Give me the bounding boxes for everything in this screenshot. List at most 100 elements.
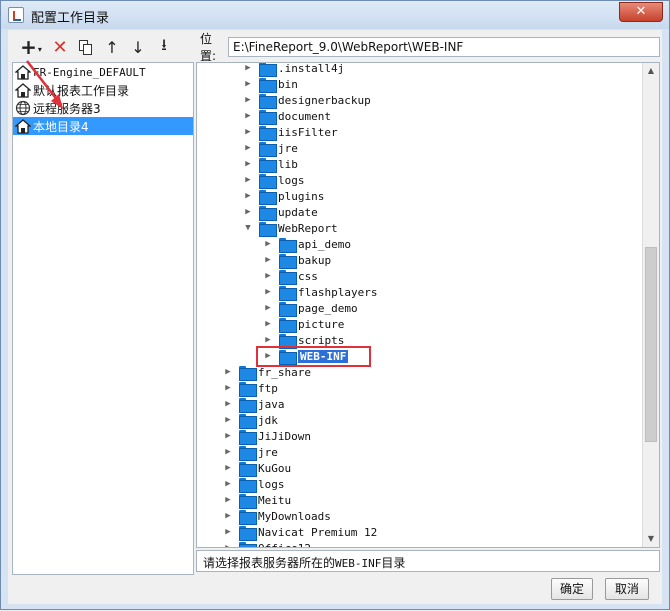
tree-node[interactable]: ▶ document bbox=[243, 108, 331, 125]
workspace-item[interactable]: 本地目录4 bbox=[13, 117, 193, 135]
tree-node-label: WebReport bbox=[278, 221, 338, 235]
move-up-button[interactable]: ↑ bbox=[100, 36, 124, 58]
expand-arrow-icon[interactable]: ▶ bbox=[243, 111, 253, 121]
expand-arrow-icon[interactable]: ▶ bbox=[223, 527, 233, 537]
tree-node-label: jre bbox=[258, 445, 278, 459]
cancel-button[interactable]: 取消 bbox=[605, 578, 649, 600]
tree-node[interactable]: ▶ KuGou bbox=[223, 460, 291, 477]
scrollbar-thumb[interactable] bbox=[645, 247, 657, 442]
expand-arrow-icon[interactable]: ▶ bbox=[223, 543, 233, 547]
tree-node[interactable]: ▶ bakup bbox=[263, 252, 331, 269]
tree-node[interactable]: ▶ Office12 bbox=[223, 540, 311, 547]
expand-arrow-icon[interactable]: ▶ bbox=[243, 79, 253, 89]
expand-arrow-icon[interactable]: ▶ bbox=[263, 319, 273, 329]
dialog-body: + ▾ ✕ ↑ ↓ ⭳ FR-Engine_DEFAULT 默认报表工作目录 远程服… bbox=[8, 30, 662, 604]
tree-node-label: fr_share bbox=[258, 365, 311, 379]
java-app-icon bbox=[8, 7, 24, 23]
expand-arrow-icon[interactable]: ▶ bbox=[263, 303, 273, 313]
tree-node[interactable]: ▶ MyDownloads bbox=[223, 508, 331, 525]
folder-icon bbox=[279, 317, 297, 333]
workspace-item[interactable]: 远程服务器3 bbox=[13, 99, 193, 117]
expand-arrow-icon[interactable]: ▶ bbox=[243, 95, 253, 105]
expand-arrow-icon[interactable]: ▶ bbox=[243, 159, 253, 169]
expand-arrow-icon[interactable]: ▶ bbox=[223, 511, 233, 521]
move-bottom-button[interactable]: ⭳ bbox=[152, 35, 176, 58]
expand-arrow-icon[interactable]: ▶ bbox=[263, 335, 273, 345]
expand-arrow-icon[interactable]: ▶ bbox=[263, 287, 273, 297]
tree-vertical-scrollbar[interactable]: ▲ ▼ bbox=[642, 63, 659, 547]
expand-arrow-icon[interactable]: ▶ bbox=[263, 255, 273, 265]
delete-workspace-button[interactable]: ✕ bbox=[48, 36, 72, 58]
tree-node-label: .install4j bbox=[278, 62, 345, 75]
add-workspace-button[interactable]: + ▾ bbox=[16, 35, 46, 59]
house-icon bbox=[15, 64, 33, 80]
tree-node[interactable]: ▶ css bbox=[263, 268, 318, 285]
expand-arrow-icon[interactable]: ▶ bbox=[243, 63, 253, 73]
tree-node[interactable]: ▶ java bbox=[223, 396, 285, 413]
tree-node[interactable]: ▶ jre bbox=[243, 140, 298, 157]
expand-arrow-icon[interactable]: ▶ bbox=[223, 479, 233, 489]
expand-arrow-icon[interactable]: ▶ bbox=[223, 367, 233, 377]
tree-node-label: jre bbox=[278, 141, 298, 155]
expand-arrow-icon[interactable]: ▶ bbox=[243, 127, 253, 137]
expand-arrow-icon[interactable]: ▶ bbox=[243, 175, 253, 185]
expand-arrow-icon[interactable]: ▶ bbox=[223, 447, 233, 457]
tree-node[interactable]: ▶ picture bbox=[263, 316, 344, 333]
location-row: 位置: E:\FineReport_9.0\WebReport\WEB-INF bbox=[196, 32, 660, 63]
folder-icon bbox=[279, 301, 297, 317]
tree-node[interactable]: ▶ .install4j bbox=[243, 62, 345, 77]
tree-node[interactable]: ▶ flashplayers bbox=[263, 284, 377, 301]
tree-node[interactable]: ▶ logs bbox=[243, 172, 305, 189]
tree-node[interactable]: ▶ Navicat Premium 12 bbox=[223, 524, 377, 541]
scroll-up-arrow-icon[interactable]: ▲ bbox=[643, 63, 659, 79]
tree-node[interactable]: ▶ plugins bbox=[243, 188, 324, 205]
expand-arrow-icon[interactable]: ▶ bbox=[223, 431, 233, 441]
tree-node[interactable]: ▶ bin bbox=[243, 76, 298, 93]
expand-arrow-icon[interactable]: ▶ bbox=[243, 191, 253, 201]
expand-arrow-icon[interactable]: ▶ bbox=[223, 463, 233, 473]
scroll-down-arrow-icon[interactable]: ▼ bbox=[643, 531, 659, 547]
workspace-item[interactable]: 默认报表工作目录 bbox=[13, 81, 193, 99]
tree-node[interactable]: ▶ designerbackup bbox=[243, 92, 371, 109]
tree-node-label: MyDownloads bbox=[258, 509, 331, 523]
tree-node[interactable]: ▶ page_demo bbox=[263, 300, 358, 317]
expand-arrow-icon[interactable]: ▶ bbox=[263, 239, 273, 249]
folder-icon bbox=[239, 397, 257, 413]
expand-arrow-icon[interactable]: ▶ bbox=[243, 143, 253, 153]
tree-node[interactable]: ▶ api_demo bbox=[263, 236, 351, 253]
tree-node[interactable]: ▶ logs bbox=[223, 476, 285, 493]
window-title: 配置工作目录 bbox=[31, 11, 110, 26]
tree-node[interactable]: ▶ iisFilter bbox=[243, 124, 338, 141]
tree-node[interactable]: ▶ Meitu bbox=[223, 492, 291, 509]
tree-node[interactable]: ▶ jdk bbox=[223, 412, 278, 429]
tree-node[interactable]: ▶ JiJiDown bbox=[223, 428, 311, 445]
expand-arrow-icon[interactable]: ▶ bbox=[223, 415, 233, 425]
tree-node[interactable]: ▶ lib bbox=[243, 156, 298, 173]
tree-node[interactable]: ▶ jre bbox=[223, 444, 278, 461]
tree-node[interactable]: ▼ WebReport bbox=[243, 220, 338, 237]
expand-arrow-icon[interactable]: ▶ bbox=[223, 399, 233, 409]
hint-text: 请选择报表服务器所在的WEB-INF目录 bbox=[196, 550, 660, 572]
expand-arrow-icon[interactable]: ▶ bbox=[263, 271, 273, 281]
folder-icon bbox=[259, 189, 277, 205]
folder-icon bbox=[259, 205, 277, 221]
collapse-arrow-icon[interactable]: ▼ bbox=[243, 223, 253, 233]
move-down-button[interactable]: ↓ bbox=[126, 36, 150, 58]
tree-node-label: logs bbox=[278, 173, 305, 187]
expand-arrow-icon[interactable]: ▶ bbox=[223, 495, 233, 505]
copy-icon bbox=[79, 39, 93, 55]
workspace-item[interactable]: FR-Engine_DEFAULT bbox=[13, 63, 193, 81]
expand-arrow-icon[interactable]: ▶ bbox=[243, 207, 253, 217]
ok-button[interactable]: 确定 bbox=[551, 578, 593, 600]
tree-node-label: bin bbox=[278, 77, 298, 91]
tree-node[interactable]: ▶ ftp bbox=[223, 380, 278, 397]
folder-icon bbox=[239, 429, 257, 445]
folder-icon bbox=[239, 461, 257, 477]
location-path-field[interactable]: E:\FineReport_9.0\WebReport\WEB-INF bbox=[228, 37, 660, 57]
copy-workspace-button[interactable] bbox=[74, 36, 98, 58]
close-button[interactable]: ✕ bbox=[619, 2, 663, 22]
tree-node[interactable]: ▶ update bbox=[243, 204, 318, 221]
tree-node-label: update bbox=[278, 205, 318, 219]
expand-arrow-icon[interactable]: ▶ bbox=[223, 383, 233, 393]
folder-icon bbox=[259, 93, 277, 109]
